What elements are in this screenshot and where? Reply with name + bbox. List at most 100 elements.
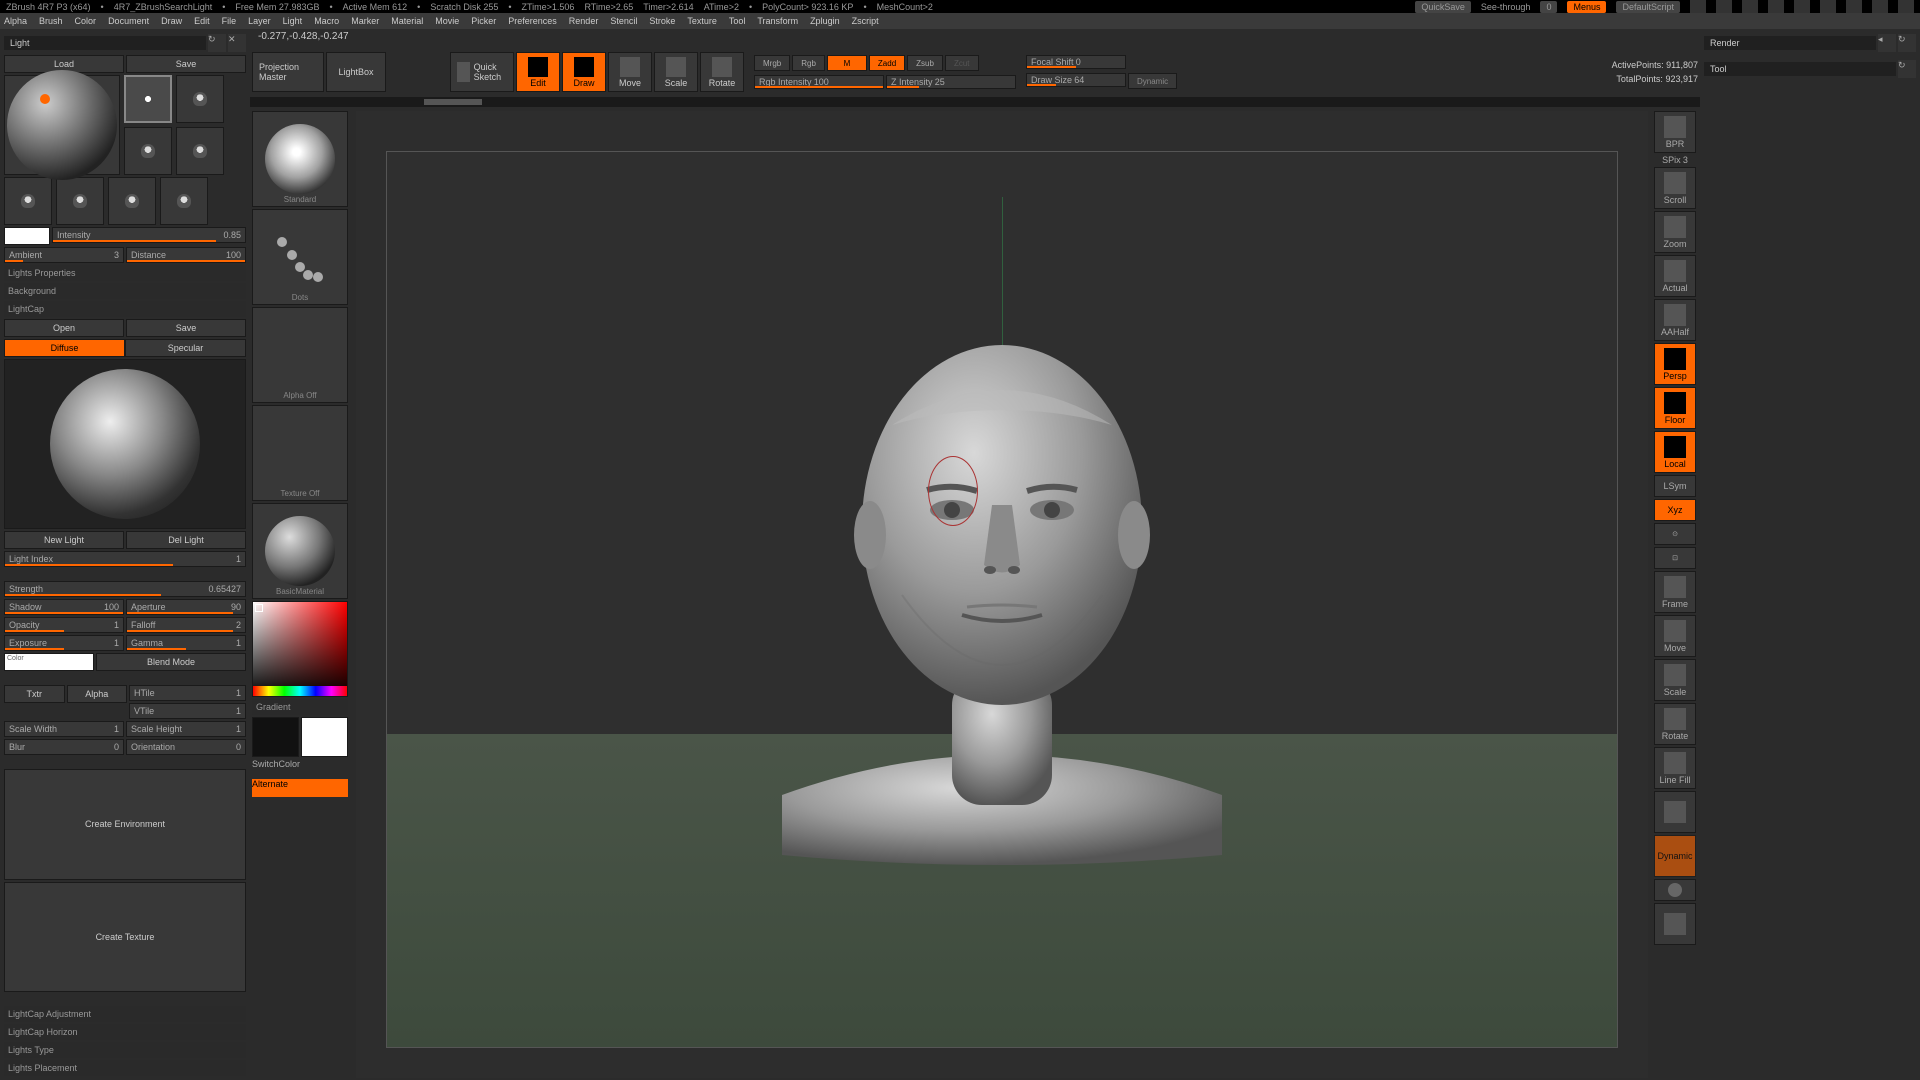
lights-type-header[interactable]: Lights Type <box>4 1042 246 1058</box>
prefs-icon[interactable] <box>1768 0 1784 13</box>
create-tex-button[interactable]: Create Texture <box>4 882 246 993</box>
strength-slider[interactable]: Strength0.65427 <box>4 581 246 597</box>
move-button[interactable]: Move <box>608 52 652 92</box>
line-fill-button[interactable]: Line Fill <box>1654 747 1696 789</box>
lightcap-adjustment-header[interactable]: LightCap Adjustment <box>4 1006 246 1022</box>
scroll-button[interactable]: Scroll <box>1654 167 1696 209</box>
menu-stroke[interactable]: Stroke <box>649 16 675 26</box>
collapse-icon[interactable] <box>1742 0 1758 13</box>
menu-alpha[interactable]: Alpha <box>4 16 27 26</box>
gradient-color-1[interactable] <box>252 717 299 757</box>
aperture-slider[interactable]: Aperture90 <box>126 599 246 615</box>
menu-edit[interactable]: Edit <box>194 16 210 26</box>
save-button[interactable]: Save <box>126 55 246 73</box>
menu-material[interactable]: Material <box>391 16 423 26</box>
panel-close-icon[interactable]: ✕ <box>228 34 246 52</box>
sculpt-model[interactable] <box>722 235 1282 875</box>
switch-color-button[interactable]: SwitchColor <box>252 759 348 777</box>
zadd-button[interactable]: Zadd <box>869 55 905 71</box>
scale-width-slider[interactable]: Scale Width1 <box>4 721 124 737</box>
rotate-button[interactable]: Rotate <box>700 52 744 92</box>
draw-size-slider[interactable]: Draw Size 64 <box>1026 73 1126 87</box>
lightcap-horizon-header[interactable]: LightCap Horizon <box>4 1024 246 1040</box>
restore-icon[interactable] <box>1716 0 1732 13</box>
panel-refresh-icon[interactable]: ↻ <box>208 34 226 52</box>
zcut-button[interactable]: Zcut <box>945 55 979 71</box>
gamma-slider[interactable]: Gamma1 <box>126 635 246 651</box>
material-thumbnail[interactable]: BasicMaterial <box>252 503 348 599</box>
txtr-button[interactable]: Txtr <box>4 685 65 703</box>
gradient-color-2[interactable] <box>301 717 348 757</box>
zsub-button[interactable]: Zsub <box>907 55 943 71</box>
shadow-slider[interactable]: Shadow100 <box>4 599 124 615</box>
alpha-thumbnail[interactable]: Alpha Off <box>252 307 348 403</box>
menus-button[interactable]: Menus <box>1567 1 1606 13</box>
hide-icon[interactable] <box>1820 0 1836 13</box>
lightbox-button[interactable]: LightBox <box>326 52 386 92</box>
default-script[interactable]: DefaultScript <box>1616 1 1680 13</box>
menu-tool[interactable]: Tool <box>729 16 746 26</box>
rgb-intensity-slider[interactable]: Rgb Intensity 100 <box>754 75 884 89</box>
frame-button[interactable]: Frame <box>1654 571 1696 613</box>
color-swatch[interactable]: Color <box>4 653 94 671</box>
blend-mode-button[interactable]: Blend Mode <box>96 653 246 671</box>
polyframe-button[interactable] <box>1654 903 1696 945</box>
light-index-slider[interactable]: Light Index1 <box>4 551 246 567</box>
rot-axis-1[interactable]: ⊙ <box>1654 523 1696 545</box>
ambient-slider[interactable]: Ambient3 <box>4 247 124 263</box>
light-direction-sphere[interactable] <box>7 70 117 180</box>
htile-slider[interactable]: HTile1 <box>129 685 246 701</box>
floor-button[interactable]: Floor <box>1654 387 1696 429</box>
solo-button[interactable] <box>1654 879 1696 901</box>
light-8[interactable] <box>160 177 208 225</box>
menu-color[interactable]: Color <box>75 16 97 26</box>
scale-nav-button[interactable]: Scale <box>1654 659 1696 701</box>
save2-button[interactable]: Save <box>126 319 246 337</box>
maximize-icon[interactable] <box>1872 0 1888 13</box>
zoom-button[interactable]: Zoom <box>1654 211 1696 253</box>
stroke-thumbnail[interactable]: Dots <box>252 209 348 305</box>
aahalf-button[interactable]: AAHalf <box>1654 299 1696 341</box>
lightcap-header[interactable]: LightCap <box>4 301 246 317</box>
help-icon[interactable] <box>1794 0 1810 13</box>
menu-light[interactable]: Light <box>283 16 303 26</box>
dynamic-button[interactable]: Dynamic <box>1128 73 1177 89</box>
menu-file[interactable]: File <box>222 16 237 26</box>
menu-movie[interactable]: Movie <box>435 16 459 26</box>
menu-picker[interactable]: Picker <box>471 16 496 26</box>
menu-stencil[interactable]: Stencil <box>610 16 637 26</box>
focal-shift-slider[interactable]: Focal Shift 0 <box>1026 55 1126 69</box>
light-7[interactable] <box>108 177 156 225</box>
diffuse-tab[interactable]: Diffuse <box>4 339 125 357</box>
move-nav-button[interactable]: Move <box>1654 615 1696 657</box>
viewport[interactable] <box>356 111 1648 1078</box>
draw-button[interactable]: Draw <box>562 52 606 92</box>
scale-button[interactable]: Scale <box>654 52 698 92</box>
quick-bar[interactable] <box>250 97 1700 107</box>
light-2[interactable] <box>176 75 224 123</box>
opacity-slider[interactable]: Opacity1 <box>4 617 124 633</box>
bpr-button[interactable]: BPR <box>1654 111 1696 153</box>
lights-placement-header[interactable]: Lights Placement <box>4 1060 246 1076</box>
transp-button[interactable] <box>1654 791 1696 833</box>
menu-preferences[interactable]: Preferences <box>508 16 557 26</box>
lights-properties-header[interactable]: Lights Properties <box>4 265 246 281</box>
gradient-label[interactable]: Gradient <box>252 699 348 715</box>
alpha-button[interactable]: Alpha <box>67 685 128 703</box>
create-env-button[interactable]: Create Environment <box>4 769 246 880</box>
see-through-value[interactable]: 0 <box>1540 1 1557 13</box>
background-header[interactable]: Background <box>4 283 246 299</box>
specular-tab[interactable]: Specular <box>125 339 246 357</box>
light-6[interactable] <box>56 177 104 225</box>
light-color-swatch[interactable] <box>4 227 50 245</box>
menu-draw[interactable]: Draw <box>161 16 182 26</box>
menu-zplugin[interactable]: Zplugin <box>810 16 840 26</box>
menu-texture[interactable]: Texture <box>687 16 717 26</box>
rot-axis-2[interactable]: ⊡ <box>1654 547 1696 569</box>
z-intensity-slider[interactable]: Z Intensity 25 <box>886 75 1016 89</box>
light-1[interactable] <box>124 75 172 123</box>
persp-button[interactable]: Persp <box>1654 343 1696 385</box>
quicksave-button[interactable]: QuickSave <box>1415 1 1471 13</box>
home-icon[interactable] <box>1690 0 1706 13</box>
light-4[interactable] <box>176 127 224 175</box>
